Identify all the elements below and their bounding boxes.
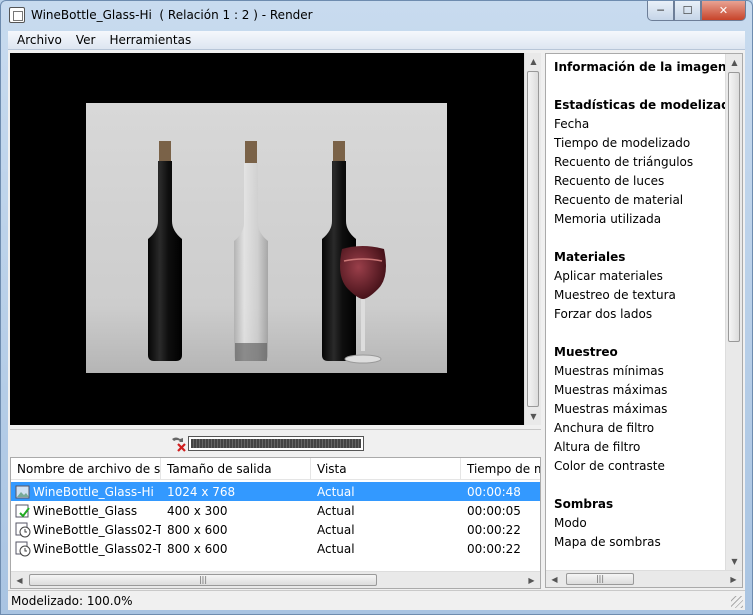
scroll-thumb[interactable] bbox=[527, 71, 539, 407]
file-list-rows: WineBottle_Glass-Hi 1024 x 768 Actual 00:00… bbox=[11, 482, 540, 558]
info-item: Aplicar materiales bbox=[554, 269, 663, 283]
file-name-cell: WineBottle_Glass bbox=[33, 503, 138, 518]
info-item: Recuento de luces bbox=[554, 174, 665, 188]
scroll-thumb[interactable] bbox=[728, 72, 740, 342]
window-title: WineBottle_Glass-Hi ( Relación 1 : 2 ) -… bbox=[31, 8, 313, 22]
menu-bar: Archivo Ver Herramientas bbox=[8, 31, 745, 50]
info-item: Muestras mínimas bbox=[554, 364, 664, 378]
render-pending-icon bbox=[15, 541, 31, 557]
title-bar[interactable]: WineBottle_Glass-Hi ( Relación 1 : 2 ) -… bbox=[1, 1, 752, 30]
output-size-cell: 400 x 300 bbox=[167, 503, 228, 518]
column-header-size[interactable]: Tamaño de salida bbox=[161, 458, 311, 480]
render-file-list[interactable]: Nombre de archivo de s... Tamaño de sali… bbox=[10, 457, 541, 589]
menu-ver[interactable]: Ver bbox=[69, 33, 103, 47]
render-pending-icon bbox=[15, 522, 31, 538]
info-vertical-scrollbar[interactable]: ▲ ▼ bbox=[725, 54, 742, 570]
render-window-icon[interactable] bbox=[9, 7, 25, 23]
view-cell: Actual bbox=[317, 541, 355, 556]
image-info-content: Información de la imagen Estadísticas de… bbox=[554, 58, 738, 552]
info-item: Muestras máximas bbox=[554, 402, 668, 416]
info-panel-title: Información de la imagen bbox=[554, 60, 727, 74]
view-cell: Actual bbox=[317, 503, 355, 518]
scroll-right-arrow[interactable]: ▶ bbox=[523, 572, 540, 588]
scroll-up-arrow[interactable]: ▲ bbox=[726, 54, 742, 71]
render-viewport[interactable] bbox=[10, 53, 524, 425]
scroll-right-arrow[interactable]: ▶ bbox=[725, 571, 742, 587]
menu-herramientas[interactable]: Herramientas bbox=[102, 33, 198, 47]
file-list-row[interactable]: WineBottle_Glass 400 x 300 Actual 00:00:05 bbox=[11, 501, 540, 520]
render-time-cell: 00:00:22 bbox=[467, 522, 521, 537]
scroll-thumb[interactable]: ||| bbox=[566, 573, 634, 585]
info-item: Altura de filtro bbox=[554, 440, 641, 454]
output-size-cell: 800 x 600 bbox=[167, 541, 228, 556]
render-image-icon bbox=[15, 484, 31, 500]
file-name-cell: WineBottle_Glass-Hi bbox=[33, 484, 154, 499]
scroll-left-arrow[interactable]: ◀ bbox=[546, 571, 563, 587]
output-size-cell: 1024 x 768 bbox=[167, 484, 236, 499]
wine-scene bbox=[86, 103, 447, 373]
scroll-left-arrow[interactable]: ◀ bbox=[11, 572, 28, 588]
resize-grip-icon[interactable] bbox=[731, 596, 743, 608]
info-horizontal-scrollbar[interactable]: ◀ ||| ▶ bbox=[546, 570, 742, 587]
image-info-panel[interactable]: Información de la imagen Estadísticas de… bbox=[545, 53, 743, 588]
info-item: Muestras máximas bbox=[554, 383, 668, 397]
file-list-row[interactable]: WineBottle_Glass-Hi 1024 x 768 Actual 00:00… bbox=[11, 482, 540, 501]
close-button[interactable]: ✕ bbox=[701, 1, 746, 21]
file-name-cell: WineBottle_Glass02-T... bbox=[33, 541, 161, 556]
column-header-time[interactable]: Tiempo de m bbox=[461, 458, 540, 480]
column-header-filename[interactable]: Nombre de archivo de s... bbox=[11, 458, 161, 480]
column-header-view[interactable]: Vista bbox=[311, 458, 461, 480]
render-complete-icon bbox=[15, 503, 31, 519]
menu-archivo[interactable]: Archivo bbox=[10, 33, 69, 47]
info-item: Recuento de material bbox=[554, 193, 684, 207]
render-time-cell: 00:00:48 bbox=[467, 484, 521, 499]
info-item: Modo bbox=[554, 516, 587, 530]
info-item: Forzar dos lados bbox=[554, 307, 653, 321]
scroll-thumb[interactable]: ||| bbox=[29, 574, 377, 586]
status-text: Modelizado: 100.0% bbox=[11, 593, 133, 608]
info-section-heading: Materiales bbox=[554, 250, 626, 264]
cancel-render-icon[interactable] bbox=[169, 435, 187, 453]
status-bar: Modelizado: 100.0% bbox=[8, 590, 745, 610]
info-item: Tiempo de modelizado bbox=[554, 136, 691, 150]
render-progress-row bbox=[10, 429, 541, 457]
file-list-row[interactable]: WineBottle_Glass02-T... 800 x 600 Actual 00… bbox=[11, 520, 540, 539]
view-cell: Actual bbox=[317, 484, 355, 499]
info-item: Fecha bbox=[554, 117, 590, 131]
maximize-button[interactable]: ☐ bbox=[674, 1, 701, 21]
progress-fill bbox=[191, 439, 361, 448]
render-progress-bar bbox=[188, 436, 364, 451]
render-window: WineBottle_Glass-Hi ( Relación 1 : 2 ) -… bbox=[0, 0, 753, 615]
output-size-cell: 800 x 600 bbox=[167, 522, 228, 537]
scroll-down-arrow[interactable]: ▼ bbox=[726, 553, 742, 570]
scroll-up-arrow[interactable]: ▲ bbox=[525, 53, 542, 70]
info-item: Anchura de filtro bbox=[554, 421, 655, 435]
client-area: ▲ ▼ Nombre de archivo de s... Tamaño de … bbox=[8, 50, 745, 590]
info-section-heading: Muestreo bbox=[554, 345, 618, 359]
info-item: Color de contraste bbox=[554, 459, 665, 473]
render-time-cell: 00:00:05 bbox=[467, 503, 521, 518]
info-item: Memoria utilizada bbox=[554, 212, 662, 226]
info-item: Recuento de triángulos bbox=[554, 155, 694, 169]
file-list-row[interactable]: WineBottle_Glass02-T... 800 x 600 Actual 00… bbox=[11, 539, 540, 558]
file-name-cell: WineBottle_Glass02-T... bbox=[33, 522, 161, 537]
rendered-image bbox=[86, 103, 447, 373]
info-item: Muestreo de textura bbox=[554, 288, 676, 302]
view-cell: Actual bbox=[317, 522, 355, 537]
info-section-heading: Estadísticas de modelizado bbox=[554, 98, 738, 112]
viewport-vertical-scrollbar[interactable]: ▲ ▼ bbox=[524, 53, 541, 425]
list-header: Nombre de archivo de s... Tamaño de sali… bbox=[11, 458, 540, 480]
info-item: Mapa de sombras bbox=[554, 535, 661, 549]
info-section-heading: Sombras bbox=[554, 497, 614, 511]
render-time-cell: 00:00:22 bbox=[467, 541, 521, 556]
minimize-button[interactable]: ─ bbox=[647, 1, 674, 21]
scroll-down-arrow[interactable]: ▼ bbox=[525, 408, 542, 425]
list-horizontal-scrollbar[interactable]: ◀ ||| ▶ bbox=[11, 571, 540, 588]
